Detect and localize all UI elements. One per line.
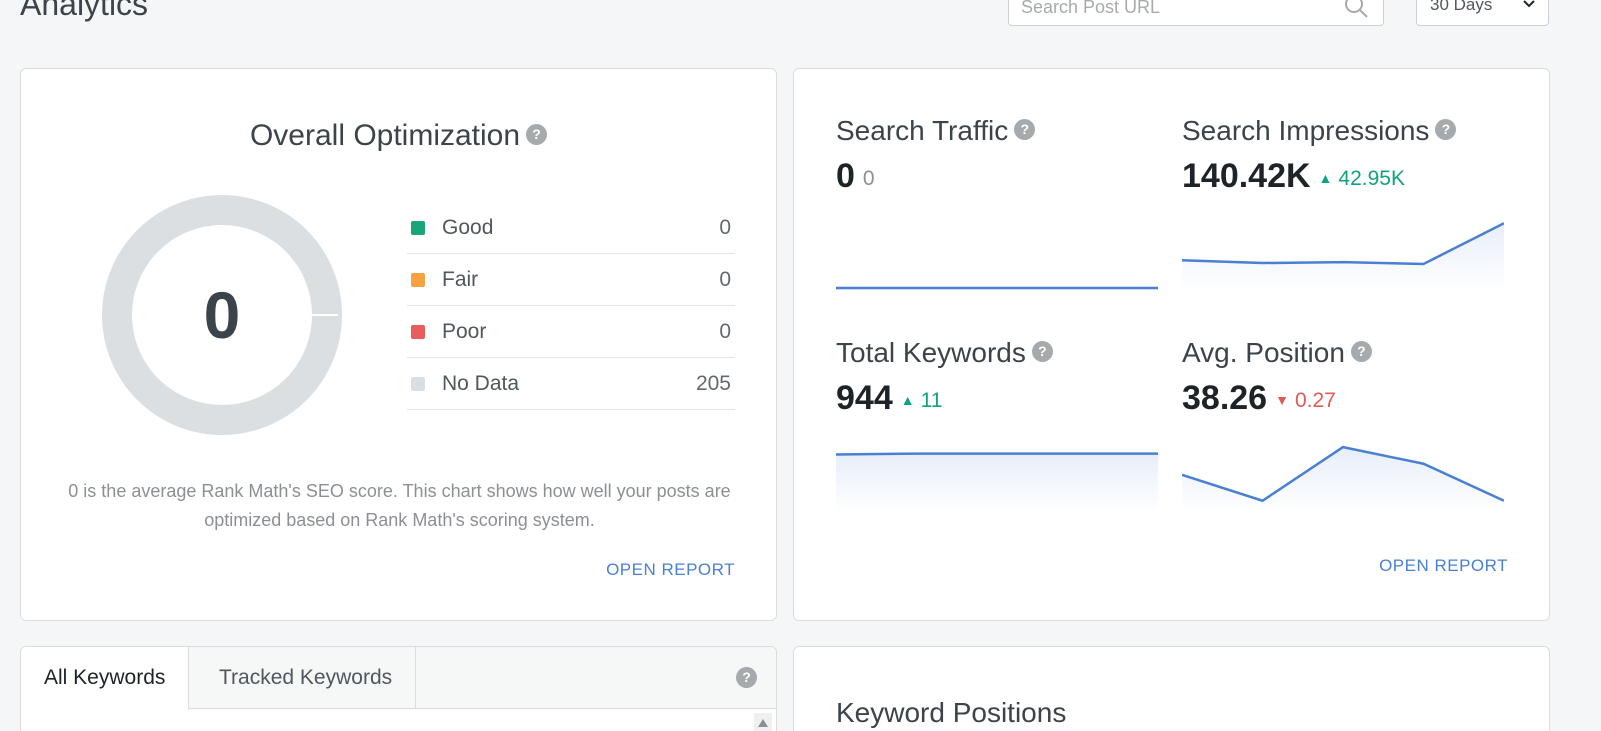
help-icon[interactable]: ?	[1435, 119, 1457, 141]
search-post-url-input[interactable]	[1021, 0, 1341, 19]
stat-delta: 42.95K	[1338, 167, 1405, 190]
stat-delta: 11	[920, 389, 943, 412]
triangle-up-icon: ▲	[900, 392, 915, 408]
optimization-description: 0 is the average Rank Math's SEO score. …	[68, 481, 731, 530]
keywords-card: All Keywords Tracked Keywords ?	[20, 646, 777, 731]
sparkline-line	[836, 452, 1158, 456]
legend-label: Poor	[442, 320, 487, 343]
stat-delta: 0	[862, 167, 875, 190]
stat-value: 38.26	[1182, 379, 1268, 417]
sparkline-area	[1182, 223, 1504, 291]
overall-optimization-card: Overall Optimization? 0 Good 0 Fair 0 Po…	[20, 68, 777, 621]
stat-title: Search Impressions	[1182, 115, 1430, 146]
legend-swatch-fair	[411, 273, 425, 287]
sparkline-search-traffic	[836, 286, 1158, 291]
legend-row-poor: Poor 0	[407, 306, 735, 358]
stat-avg-position: Avg. Position? 38.26 ▼ 0.27	[1182, 337, 1504, 513]
legend-value: 205	[695, 372, 731, 395]
sparkline-total-keywords	[836, 452, 1158, 513]
legend-label: Good	[442, 216, 494, 239]
legend-label: No Data	[442, 372, 520, 395]
legend-label: Fair	[442, 268, 479, 291]
keyword-positions-card: Keyword Positions	[793, 646, 1550, 731]
date-range-select[interactable]: 30 Days	[1416, 0, 1549, 26]
open-report-link[interactable]: OPEN REPORT	[606, 560, 735, 580]
sparkline-area	[836, 453, 1158, 513]
stat-total-keywords: Total Keywords? 944 ▲ 11	[836, 337, 1158, 513]
sparkline-avg-position	[1182, 445, 1504, 513]
tab-tracked-keywords[interactable]: Tracked Keywords	[196, 647, 417, 709]
stat-value: 0	[836, 157, 855, 195]
chevron-down-icon	[1523, 0, 1535, 8]
optimization-score: 0	[203, 278, 241, 352]
legend-value: 0	[719, 216, 731, 239]
legend-value: 0	[719, 320, 731, 343]
tab-all-keywords[interactable]: All Keywords	[21, 647, 190, 710]
sparkline-area	[1182, 447, 1504, 513]
triangle-up-icon	[758, 719, 768, 727]
stat-delta: 0.27	[1294, 389, 1336, 412]
overall-optimization-heading: Overall Optimization?	[21, 119, 776, 153]
keyword-positions-title: Keyword Positions	[836, 697, 1067, 728]
legend-row-no-data: No Data 205	[407, 358, 735, 410]
help-icon[interactable]: ?	[526, 123, 548, 145]
search-post-url-box[interactable]	[1008, 0, 1384, 26]
help-icon[interactable]: ?	[1031, 341, 1053, 363]
search-icon[interactable]	[1343, 0, 1369, 19]
stat-search-impressions: Search Impressions? 140.42K ▲ 42.95K	[1182, 115, 1504, 291]
stat-value: 140.42K	[1182, 157, 1311, 195]
stat-title: Search Traffic	[836, 115, 1009, 146]
search-stats-card: Search Traffic? 00 Search Impressions? 1…	[793, 68, 1550, 621]
triangle-down-icon: ▼	[1275, 392, 1289, 408]
stat-title: Avg. Position	[1182, 337, 1345, 368]
legend-swatch-no-data	[411, 377, 425, 391]
open-report-link[interactable]: OPEN REPORT	[1379, 556, 1508, 576]
legend-value: 0	[719, 268, 731, 291]
page-title: Analytics	[20, 0, 149, 22]
help-icon[interactable]: ?	[736, 667, 757, 688]
help-icon[interactable]: ?	[1350, 341, 1372, 363]
overall-optimization-title: Overall Optimization	[249, 119, 521, 152]
help-icon[interactable]: ?	[1014, 119, 1036, 141]
sparkline-search-impressions	[1182, 222, 1504, 291]
date-range-value: 30 Days	[1430, 0, 1493, 14]
stat-title: Total Keywords	[836, 337, 1026, 368]
legend-row-fair: Fair 0	[407, 254, 735, 306]
stat-value: 944	[836, 379, 893, 417]
stat-search-traffic: Search Traffic? 00	[836, 115, 1158, 291]
scrollbar-up-button[interactable]	[754, 713, 772, 731]
keywords-tabs: All Keywords Tracked Keywords ?	[21, 647, 776, 710]
optimization-legend: Good 0 Fair 0 Poor 0 No Data 205	[407, 202, 735, 410]
legend-swatch-poor	[411, 325, 425, 339]
triangle-up-icon: ▲	[1318, 170, 1333, 186]
legend-swatch-good	[411, 221, 425, 235]
legend-row-good: Good 0	[407, 202, 735, 254]
